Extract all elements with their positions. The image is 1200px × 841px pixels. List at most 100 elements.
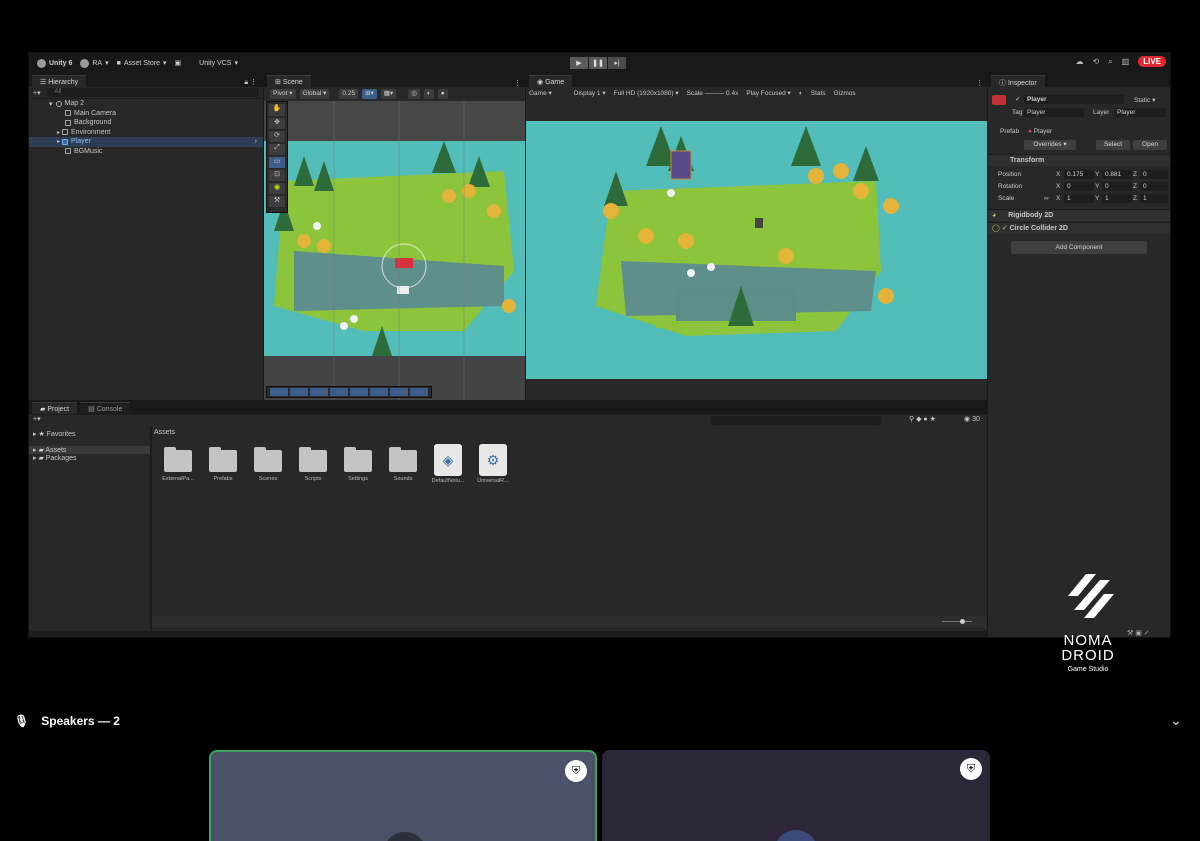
search-icon[interactable]: ⌕ (1108, 57, 1112, 67)
asset-folder-scripts[interactable]: Scripts (293, 447, 333, 482)
more-icon[interactable]: ⋮ (514, 79, 521, 87)
collider-tool-icon[interactable]: ◉ (269, 183, 285, 194)
asset-folder-prefabs[interactable]: Prefabs (203, 447, 243, 482)
history-icon[interactable]: ⟲ (1092, 57, 1099, 66)
asset-folder-externalpa[interactable]: ExternalPa... (158, 447, 198, 482)
chevron-down-icon[interactable]: ⌄ (1170, 712, 1182, 729)
filter-icons[interactable]: ⚲ ◆ ● ★ (909, 415, 936, 423)
scene-viewport[interactable]: ✋ ✥ ⟳ ⤢ ▭ ⊡ ◉ ⚒ (264, 101, 525, 400)
lighting-toggle[interactable]: ◐ (423, 88, 434, 99)
packages-folder-row[interactable]: ▸ ▰ Packages (29, 454, 150, 462)
rotation-z-field[interactable]: 0 (1140, 182, 1168, 191)
icon-size-slider[interactable] (942, 621, 972, 622)
speaker-tile-2[interactable]: ⛨ (602, 750, 990, 841)
cloud-icon[interactable]: ☁ (1075, 57, 1083, 66)
hierarchy-item-main-camera[interactable]: Main Camera (29, 109, 263, 119)
fill-tile-icon[interactable] (390, 388, 408, 396)
move-tile-icon[interactable] (290, 388, 308, 396)
asset-store-dropdown[interactable]: ■ Asset Store ▾ (117, 59, 167, 68)
display-dropdown[interactable]: Display 1 ▾ (574, 89, 606, 97)
draw-mode-dropdown[interactable]: ▦▾ (380, 88, 397, 99)
asset-folder-scenes[interactable]: Scenes (248, 447, 288, 482)
tab-scene[interactable]: ⊞ Scene (267, 75, 311, 87)
add-component-button[interactable]: Add Component (1011, 241, 1147, 254)
hierarchy-search-input[interactable]: All (46, 88, 259, 97)
package-button[interactable]: ▣ (175, 59, 182, 67)
transform-tool-icon[interactable]: ⊡ (269, 170, 285, 181)
object-name-field[interactable]: Player (1024, 95, 1124, 104)
open-button[interactable]: Open (1133, 140, 1167, 150)
move-tool-icon[interactable]: ✥ (269, 118, 285, 129)
rotation-x-field[interactable]: 0 (1064, 182, 1094, 191)
speakers-header[interactable]: 🎙︎ Speakers — 2 (14, 714, 120, 728)
stats-button[interactable]: Stats (811, 90, 826, 97)
play-mode-dropdown[interactable]: Play Focused ▾ (746, 89, 790, 97)
favorites-row[interactable]: ▸ ★ Favorites (29, 426, 150, 438)
prefab-asset-link[interactable]: ● Player (1028, 128, 1052, 135)
select-button[interactable]: Select (1096, 140, 1130, 150)
asset-defaultvolume[interactable]: ◈ DefaultVolu... (428, 444, 468, 484)
scale-x-field[interactable]: 1 (1064, 194, 1094, 203)
add-icon[interactable]: +▾ (33, 416, 41, 423)
game-viewport[interactable] (526, 121, 987, 379)
game-mode-dropdown[interactable]: Game ▾ (529, 89, 552, 97)
scale-tool-icon[interactable]: ⤢ (269, 144, 285, 155)
tag-dropdown[interactable]: Player (1024, 108, 1084, 117)
static-toggle[interactable]: Static ▾ (1134, 96, 1155, 104)
hierarchy-item-environment[interactable]: ▸ Environment (29, 128, 263, 138)
icon-size-slider-handle[interactable] (960, 619, 965, 624)
hierarchy-item-bgmusic[interactable]: BGMusic (29, 147, 263, 157)
unity-logo-menu[interactable]: Unity 6 (37, 58, 72, 68)
position-y-field[interactable]: 0.881 (1102, 170, 1132, 179)
resolution-dropdown[interactable]: Full HD (1920x1080) ▾ (614, 89, 679, 97)
scene-row[interactable]: ▾ Map 2 (29, 99, 263, 109)
hierarchy-item-player[interactable]: ▸ Player › (29, 137, 263, 147)
paint-tile-icon[interactable] (310, 388, 328, 396)
pick-tile-icon[interactable] (350, 388, 368, 396)
active-checkbox[interactable]: ✓ (1015, 95, 1021, 103)
rotation-y-field[interactable]: 0 (1102, 182, 1132, 191)
tab-console[interactable]: ▤ Console (80, 402, 131, 414)
step-button[interactable]: ▸| (608, 57, 626, 69)
layout-icon[interactable]: ▥ (1122, 57, 1130, 66)
overrides-dropdown[interactable]: Overrides ▾ (1024, 140, 1076, 150)
rotate-tool-icon[interactable]: ⟳ (269, 131, 285, 142)
more-icon[interactable]: ⋮ (976, 79, 983, 87)
speaker-tile-1[interactable]: ⛨ (209, 750, 597, 841)
scale-z-field[interactable]: 1 (1140, 194, 1168, 203)
position-x-field[interactable]: 0.175 (1064, 170, 1094, 179)
effects-toggle[interactable]: ● (437, 88, 448, 99)
pivot-dropdown[interactable]: Pivot ▾ (270, 88, 296, 99)
lock-icon[interactable]: 🔒︎ ⋮ (244, 78, 257, 87)
layer-dropdown[interactable]: Player (1114, 108, 1166, 117)
erase-tile-icon[interactable] (370, 388, 388, 396)
circlecollider2d-header[interactable]: ◯ ✓ Circle Collider 2D (988, 222, 1170, 234)
add-icon[interactable]: +▾ (33, 89, 41, 97)
grid-snap-toggle[interactable]: ⊞▾ (362, 88, 377, 99)
pause-button[interactable]: ❚❚ (589, 57, 607, 69)
gizmos-dropdown[interactable]: Gizmos (834, 90, 856, 97)
vcs-dropdown[interactable]: Unity VCS ▾ (199, 59, 238, 68)
rect-tool-icon[interactable]: ▭ (269, 157, 285, 168)
position-z-field[interactable]: 0 (1140, 170, 1168, 179)
box-fill-icon[interactable] (330, 388, 348, 396)
link-scale-icon[interactable]: ∞ (1044, 195, 1049, 202)
asset-folder-sounds[interactable]: Sounds (383, 447, 423, 482)
asset-universalrp[interactable]: ⚙ UniversalR... (473, 444, 513, 484)
asset-folder-settings[interactable]: Settings (338, 447, 378, 482)
tab-hierarchy[interactable]: ☰ Hierarchy (32, 75, 87, 87)
tab-project[interactable]: ▰ Project (32, 402, 78, 414)
custom-tool-icon[interactable]: ⚒ (269, 196, 285, 207)
account-dropdown[interactable]: RA ▾ (80, 58, 109, 68)
tab-inspector[interactable]: ⓘ Inspector (991, 75, 1045, 87)
rigidbody2d-header[interactable]: ◕ Rigidbody 2D (988, 209, 1170, 221)
mute-audio-icon[interactable]: ◐ (799, 90, 803, 97)
status-icons[interactable]: ⚒ ▣ ✓ (1127, 629, 1150, 637)
assets-folder-row[interactable]: ▸ ▰ Assets (29, 446, 150, 454)
hierarchy-item-background[interactable]: Background (29, 118, 263, 128)
snap-value[interactable]: 0.25 (339, 88, 359, 99)
project-search-input[interactable] (711, 416, 881, 425)
scale-y-field[interactable]: 1 (1102, 194, 1132, 203)
transform-header[interactable]: Transform (988, 154, 1170, 166)
shading-toggle[interactable]: ◎ (408, 88, 420, 99)
